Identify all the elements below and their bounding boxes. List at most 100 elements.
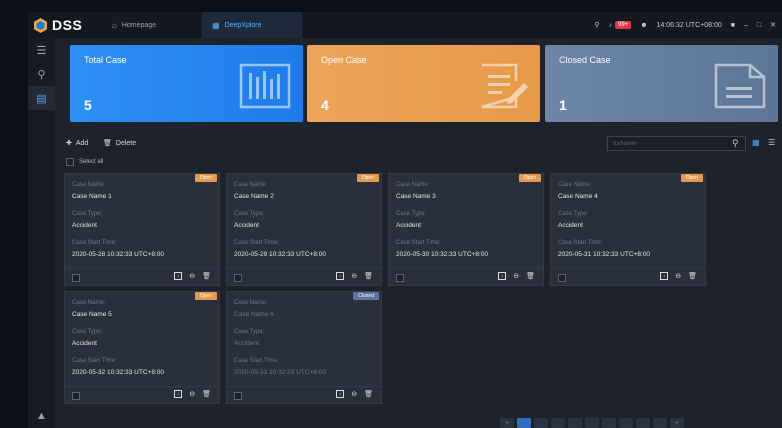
top-bar-tools: ⚲ ♪ 99+ ☻ 14:06:32 UTC+08:00 ■ – □ ✕ [594,12,776,38]
search-input[interactable] [608,137,745,150]
speaker-icon[interactable]: ♪ [609,22,613,29]
card-footer: ↓ ⊖ 🗑 [227,386,381,403]
next-page-button[interactable]: » [670,418,684,428]
case-checkbox[interactable] [558,274,566,282]
status-badge: Open [194,174,217,182]
case-type-label: Case Type: [396,211,427,217]
list-view-icon[interactable]: ☰ [768,138,775,147]
case-checkbox[interactable] [396,274,404,282]
case-start-time: 2020-05-30 10:32:33 UTC+8:00 [396,251,488,258]
search-icon[interactable]: ⚲ [732,138,739,149]
minimize-icon[interactable]: – [744,22,748,29]
status-badge: Closed [353,292,379,300]
case-type: Accident [234,340,259,347]
archive-icon [239,63,291,109]
select-all[interactable]: Select all [66,158,103,166]
close-case-icon[interactable]: ⊖ [351,390,357,398]
tab-deepxplore[interactable]: ▦ DeepXplore [202,12,302,38]
case-card[interactable]: Open Case Name: Case Name 4 Case Type: Accid… [550,173,706,286]
close-case-icon[interactable]: ⊖ [189,272,195,280]
close-case-icon[interactable]: ⊖ [675,272,681,280]
select-all-checkbox[interactable] [66,158,74,166]
first-page-button[interactable]: « [500,418,514,428]
tab-label: DeepXplore [224,21,262,29]
case-type: Accident [396,222,421,229]
export-icon[interactable]: ↓ [660,272,669,280]
case-start-label: Case Start Time: [72,358,117,364]
page-button[interactable] [517,418,531,428]
case-type-label: Case Type: [558,211,589,217]
sidebar: ☰ ⚲ ▤ ▲ [28,38,55,428]
case-checkbox[interactable] [72,274,80,282]
page-button[interactable] [653,418,667,428]
folder-icon [714,63,766,109]
case-checkbox[interactable] [234,274,242,282]
add-button[interactable]: ✚ Add [66,139,88,148]
page-button[interactable] [551,418,565,428]
case-card[interactable]: Open Case Name: Case Name 3 Case Type: Accid… [388,173,544,286]
case-type: Accident [234,222,259,229]
grid-view-icon[interactable]: ▦ [752,138,760,147]
status-badge: Open [194,292,217,300]
trash-icon: 🗑 [103,140,112,147]
trash-icon[interactable]: 🗑 [688,272,697,280]
alarm-badge: 99+ [615,21,632,29]
trash-icon[interactable]: 🗑 [364,272,373,280]
close-case-icon[interactable]: ⊖ [513,272,519,280]
top-bar: DSS ⌂ Homepage ▦ DeepXplore ⚲ ♪ 99+ ☻ 14… [28,12,782,38]
case-card[interactable]: Open Case Name: Case Name 5 Case Type: Accid… [64,291,220,404]
case-name: Case Name 2 [234,193,274,200]
page-button[interactable] [568,418,582,428]
trash-icon[interactable]: 🗑 [526,272,535,280]
case-checkbox[interactable] [234,392,242,400]
card-count: 5 [84,97,92,113]
close-case-icon[interactable]: ⊖ [351,272,357,280]
logo: DSS [28,17,106,33]
page-button[interactable] [602,418,616,428]
tab-homepage[interactable]: ⌂ Homepage [106,12,202,38]
collapse-icon[interactable]: ▲ [28,404,55,428]
page-button[interactable] [636,418,650,428]
export-icon[interactable]: ↓ [336,272,345,280]
close-icon[interactable]: ✕ [770,21,776,29]
lock-icon[interactable]: ■ [731,22,735,29]
case-card[interactable]: Open Case Name: Case Name 1 Case Type: Accid… [64,173,220,286]
card-title: Total Case [84,55,127,65]
case-start-label: Case Start Time: [558,240,603,246]
case-name-label: Case Name: [396,182,430,188]
trash-icon[interactable]: 🗑 [202,272,211,280]
user-icon[interactable]: ☻ [640,22,647,29]
page-button[interactable] [585,418,599,428]
export-icon[interactable]: ↓ [336,390,345,398]
trash-icon[interactable]: 🗑 [364,390,373,398]
card-actions: ↓ ⊖ 🗑 [174,272,211,280]
search-menu-icon[interactable]: ⚲ [28,62,55,86]
maximize-icon[interactable]: □ [757,22,761,29]
case-name: Case Name 5 [72,311,112,318]
page-button[interactable] [619,418,633,428]
export-icon[interactable]: ↓ [174,390,183,398]
export-icon[interactable]: ↓ [498,272,507,280]
case-management-icon[interactable]: ▤ [28,86,55,110]
case-card[interactable]: Closed Case Name: Case Name 6 Case Type: Acc… [226,291,382,404]
page-button[interactable] [534,418,548,428]
export-icon[interactable]: ↓ [174,272,183,280]
case-type: Accident [558,222,583,229]
case-card[interactable]: Open Case Name: Case Name 2 Case Type: Accid… [226,173,382,286]
case-type: Accident [72,222,97,229]
tab-label: Homepage [121,21,157,29]
case-name-label: Case Name: [234,300,268,306]
total-case-card: Total Case 5 [70,45,303,122]
menu-icon[interactable]: ☰ [28,38,55,62]
case-name: Case Name 4 [558,193,598,200]
case-type-label: Case Type: [234,329,265,335]
delete-button[interactable]: 🗑 Delete [103,139,136,148]
close-case-icon[interactable]: ⊖ [189,390,195,398]
case-name-label: Case Name: [558,182,592,188]
case-checkbox[interactable] [72,392,80,400]
case-name-label: Case Name: [72,300,106,306]
bell-icon[interactable]: ⚲ [594,21,599,29]
status-badge: Open [356,174,379,182]
trash-icon[interactable]: 🗑 [202,390,211,398]
card-actions: ↓ ⊖ 🗑 [498,272,535,280]
